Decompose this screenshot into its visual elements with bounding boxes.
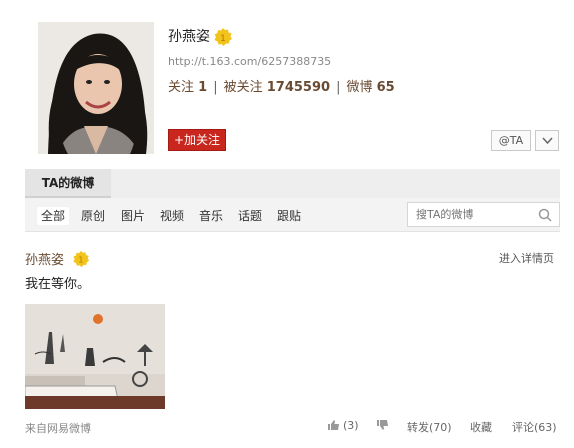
tab-strip: TA的微博 [25,169,560,198]
filter-topics[interactable]: 话题 [234,207,266,225]
svg-text:1: 1 [220,34,226,44]
followers-link[interactable]: 被关注 1745590 [224,80,330,95]
comment-button[interactable]: 评论(63) [512,419,557,435]
tab-ta-weibo[interactable]: TA的微博 [25,169,111,198]
profile-name: 孙燕姿 [168,29,210,45]
favorite-button[interactable]: 收藏 [470,419,492,435]
filter-bar: 全部 原创 图片 视频 音乐 话题 跟贴 [25,198,560,232]
filter-music[interactable]: 音乐 [195,207,227,225]
like-button[interactable]: (3) [327,419,359,432]
avatar[interactable] [38,22,154,154]
profile-stats: 关注 1 | 被关注 1745590 | 微博 65 [168,80,395,95]
following-link[interactable]: 关注 1 [168,80,207,95]
filter-all[interactable]: 全部 [37,207,70,225]
verified-badge-icon: 1 [73,250,90,268]
svg-text:1: 1 [78,255,83,265]
repost-button[interactable]: 转发(70) [407,419,452,435]
filter-original[interactable]: 原创 [77,207,109,225]
post-text: 我在等你。 [25,277,91,292]
search-input[interactable] [416,203,534,226]
filter-images[interactable]: 图片 [117,207,149,225]
post-source: 来自网易微博 [25,422,91,435]
thumbs-down-icon [377,420,388,430]
chevron-down-icon [542,137,553,145]
search-box [407,202,560,227]
more-dropdown-button[interactable] [535,130,559,151]
post-image[interactable] [25,304,165,409]
dislike-button[interactable] [376,419,392,432]
search-icon[interactable] [538,208,552,222]
thumbs-up-icon [328,420,339,430]
mention-button[interactable]: @TA [491,130,531,151]
follow-button[interactable]: +加关注 [168,129,226,151]
profile-url[interactable]: http://t.163.com/6257388735 [168,55,331,68]
filter-replies[interactable]: 跟贴 [273,207,305,225]
filter-videos[interactable]: 视频 [156,207,188,225]
post-detail-link[interactable]: 进入详情页 [499,250,554,266]
verified-badge-icon: 1 [214,28,232,46]
post-author[interactable]: 孙燕姿 [25,249,64,268]
posts-link[interactable]: 微博 65 [346,80,394,95]
